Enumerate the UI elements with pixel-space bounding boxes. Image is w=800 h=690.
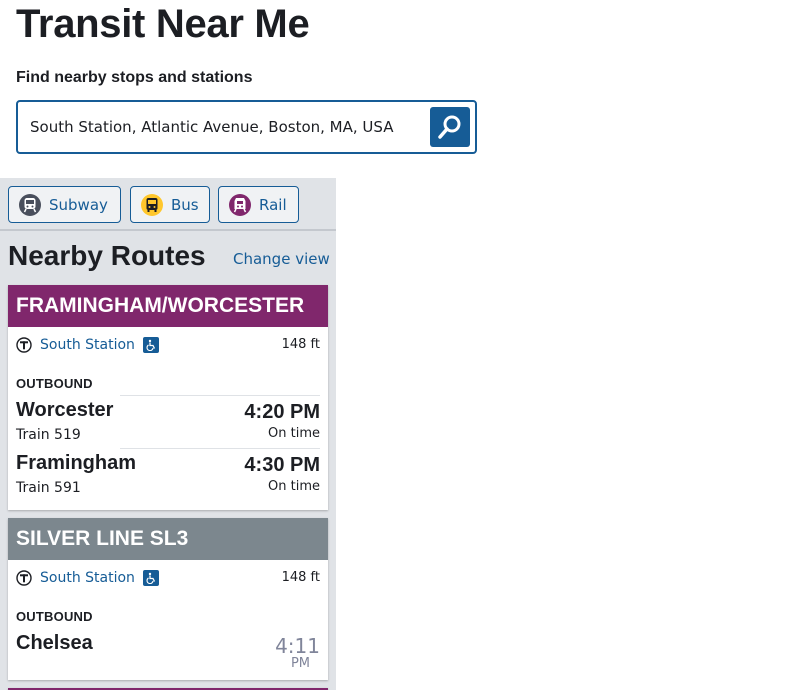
accessible-icon — [142, 570, 159, 586]
trip-train: Train 519 — [16, 427, 81, 443]
divider — [120, 448, 320, 449]
mode-filter-bus[interactable]: Bus — [130, 186, 210, 223]
trip-destination: Worcester — [16, 399, 114, 421]
mode-filter-rail[interactable]: Rail — [218, 186, 299, 223]
results-panel: Subway Bus Rail Nearby Routes Change vie… — [0, 178, 336, 690]
trip-destination: Chelsea — [16, 632, 93, 654]
accessible-icon — [142, 337, 159, 353]
subway-icon — [19, 193, 41, 216]
stop-distance: 148 ft — [281, 337, 320, 352]
divider — [120, 395, 320, 396]
trip-row[interactable]: Worcester Train 519 4:20 PM On time — [16, 399, 320, 449]
search-icon — [438, 115, 461, 139]
route-card: FRAMINGHAM/WORCESTER South Station 148 f… — [8, 285, 328, 510]
route-card: SILVER LINE SL3 South Station 148 ft OUT… — [8, 518, 328, 680]
page-title: Transit Near Me — [16, 2, 310, 46]
direction-label: OUTBOUND — [16, 376, 93, 391]
trip-destination: Framingham — [16, 452, 137, 474]
bus-icon — [141, 193, 163, 216]
stop-row: South Station — [16, 335, 159, 355]
t-logo-icon — [16, 570, 32, 586]
stop-row: South Station — [16, 568, 159, 588]
trip-eta-time: 4:11 — [275, 634, 320, 658]
search-button[interactable] — [430, 107, 470, 147]
mode-filter-label: Subway — [49, 195, 108, 214]
mode-filter-label: Rail — [259, 195, 287, 214]
trip-time: 4:20 PM — [244, 401, 320, 423]
mode-filter-label: Bus — [171, 195, 199, 214]
route-name[interactable]: FRAMINGHAM/WORCESTER — [8, 285, 328, 327]
trip-train: Train 591 — [16, 480, 81, 496]
stop-link[interactable]: South Station — [40, 337, 135, 353]
trip-time: 4:30 PM — [244, 454, 320, 476]
t-logo-icon — [16, 337, 32, 353]
change-view-link[interactable]: Change view — [233, 250, 330, 268]
trip-eta-unit: PM — [290, 656, 310, 671]
trip-row[interactable]: Framingham Train 591 4:30 PM On time — [16, 452, 320, 502]
mode-filter-bar: Subway Bus Rail — [0, 178, 336, 231]
mode-filter-subway[interactable]: Subway — [8, 186, 121, 223]
trip-status: On time — [268, 426, 320, 441]
trip-status: On time — [268, 479, 320, 494]
search-box — [16, 100, 477, 154]
direction-label: OUTBOUND — [16, 609, 93, 624]
commuter-rail-icon — [229, 193, 251, 216]
nearby-routes-title: Nearby Routes — [8, 240, 206, 271]
stop-link[interactable]: South Station — [40, 570, 135, 586]
search-label: Find nearby stops and stations — [16, 69, 253, 86]
search-input[interactable] — [30, 116, 420, 138]
route-name[interactable]: SILVER LINE SL3 — [8, 518, 328, 560]
stop-distance: 148 ft — [281, 570, 320, 585]
